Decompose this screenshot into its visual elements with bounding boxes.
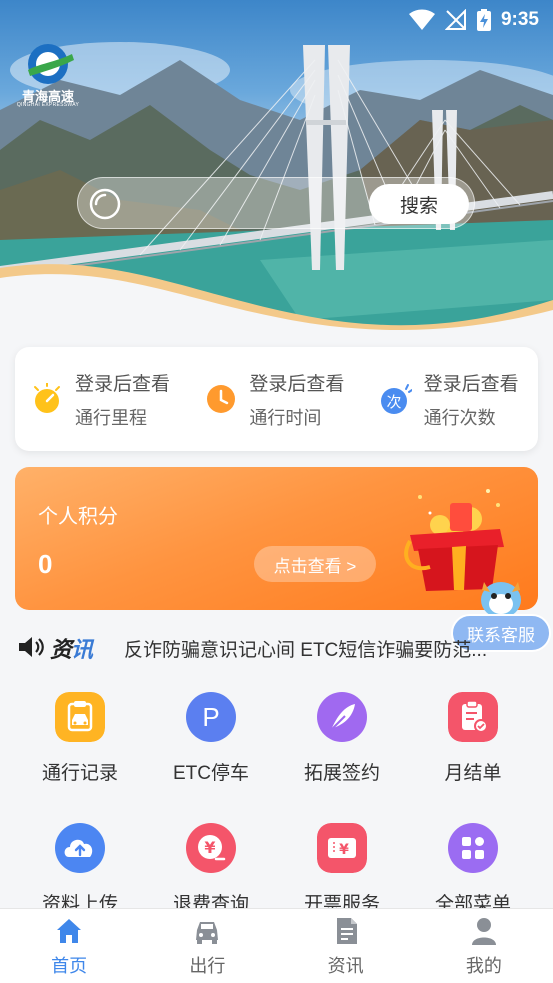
nav-label: 我的 <box>465 956 502 976</box>
menu-etc-parking[interactable]: P ETC停车 <box>146 680 276 790</box>
brand-subtitle: QINGHAI EXPRESSWAY <box>16 102 80 108</box>
wifi-icon <box>408 9 435 30</box>
stat-count[interactable]: 次 登录后查看 通行次数 <box>364 347 538 451</box>
menu-invoice-service[interactable]: ¥ 开票服务 <box>277 811 407 921</box>
bridge-landscape-image <box>0 42 553 330</box>
parking-glyph: P <box>202 702 219 732</box>
status-time: 9:35 <box>500 9 539 30</box>
view-points-button[interactable]: 点击查看 > <box>254 546 376 582</box>
all-menu-icon <box>448 823 498 873</box>
user-icon <box>471 918 496 945</box>
nav-travel[interactable]: 出行 <box>138 909 276 983</box>
menu-refund-query[interactable]: ¥ 退费查询 <box>146 811 276 921</box>
home-icon <box>57 919 82 943</box>
menu-label: ETC停车 <box>172 763 249 784</box>
menu-pass-record[interactable]: 通行记录 <box>15 680 145 790</box>
invoice-icon: ¥ <box>317 823 367 873</box>
points-title: 个人积分 <box>38 506 118 528</box>
nav-profile[interactable]: 我的 <box>415 909 553 983</box>
invoice-glyph: ¥ <box>339 842 349 858</box>
cloud-upload-icon <box>55 823 105 873</box>
nav-home[interactable]: 首页 <box>0 909 138 983</box>
menu-label: 通行记录 <box>41 763 118 784</box>
news-ticker[interactable]: 资讯 反诈防骗意识记心间 ETC短信诈骗要防范... <box>0 628 553 666</box>
stat-time-value: 登录后查看 <box>249 373 345 395</box>
record-icon <box>55 692 105 742</box>
points-card[interactable]: 个人积分 0 点击查看 > <box>15 467 538 610</box>
no-signal-icon <box>444 9 466 30</box>
stat-time-label: 通行时间 <box>249 407 322 428</box>
travel-stats-card[interactable]: 登录后查看 通行里程 登录后查看 通行时间 次 登录后查看 通行次数 <box>15 347 538 451</box>
stat-mileage[interactable]: 登录后查看 通行里程 <box>15 347 189 451</box>
nav-news[interactable]: 资讯 <box>277 909 415 983</box>
news-icon <box>336 918 357 944</box>
brand-logo: 青海高速 QINGHAI EXPRESSWAY <box>16 42 80 108</box>
menu-label: 拓展签约 <box>303 763 380 784</box>
mileage-icon <box>34 383 60 413</box>
stat-mileage-label: 通行里程 <box>75 407 147 428</box>
stat-count-label: 通行次数 <box>423 407 496 428</box>
qinghai-expressway-logo-icon <box>28 44 74 84</box>
count-icon: 次 <box>380 384 412 414</box>
menu-all-menus[interactable]: 全部菜单 <box>408 811 538 921</box>
clipboard-icon <box>448 692 498 742</box>
search-button[interactable]: 搜索 <box>369 184 469 224</box>
feather-icon <box>317 692 367 742</box>
points-value: 0 <box>38 549 53 579</box>
speaker-icon <box>19 637 44 657</box>
menu-monthly-statement[interactable]: 月结单 <box>408 680 538 790</box>
parking-icon: P <box>186 692 236 742</box>
news-headline[interactable]: 反诈防骗意识记心间 ETC短信诈骗要防范... <box>124 635 516 662</box>
battery-charging-icon <box>476 9 491 31</box>
menu-extend-sign[interactable]: 拓展签约 <box>277 680 407 790</box>
news-tag: 资讯 <box>50 632 93 664</box>
news-tag-right: 讯 <box>71 637 93 662</box>
bottom-navigation: 首页 出行 资讯 我的 <box>0 908 553 983</box>
clock-icon <box>207 385 236 413</box>
stat-mileage-value: 登录后查看 <box>75 373 171 395</box>
stat-time[interactable]: 登录后查看 通行时间 <box>189 347 363 451</box>
search-bar[interactable]: 搜索 <box>77 177 475 229</box>
news-tag-left: 资 <box>50 637 72 662</box>
hero-banner: 9:35 青海高速 QINGHAI EXPRESSWAY 搜索 <box>0 0 553 330</box>
menu-label: 月结单 <box>444 763 502 784</box>
nav-label: 首页 <box>51 956 88 976</box>
nav-label: 资讯 <box>327 956 364 976</box>
refund-icon: ¥ <box>186 823 236 873</box>
menu-upload-docs[interactable]: 资料上传 <box>15 811 145 921</box>
car-icon <box>196 922 219 944</box>
refund-glyph: ¥ <box>204 838 215 857</box>
count-badge-glyph: 次 <box>386 393 401 411</box>
status-bar: 9:35 <box>0 0 553 40</box>
stat-count-value: 登录后查看 <box>423 373 519 395</box>
nav-label: 出行 <box>189 956 226 976</box>
search-icon <box>89 188 121 220</box>
